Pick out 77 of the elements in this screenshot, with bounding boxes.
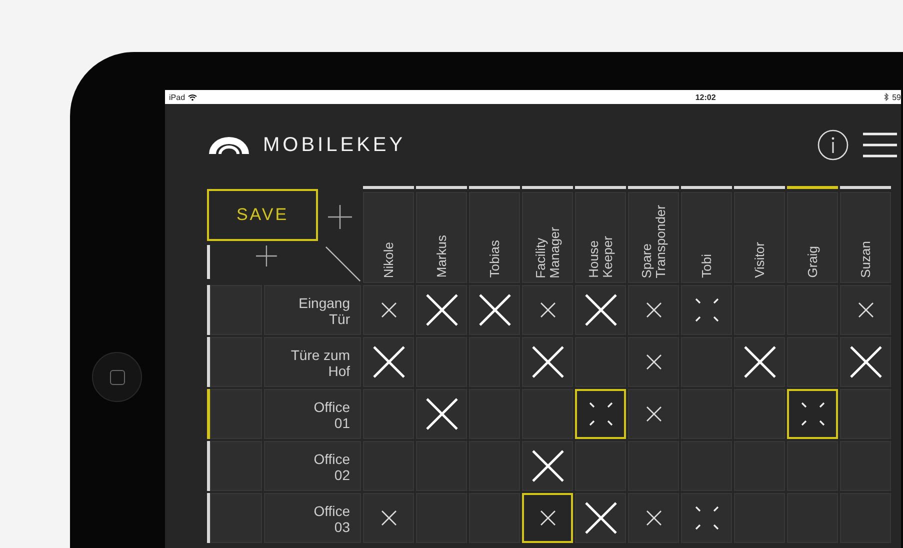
cross-icon bbox=[540, 510, 556, 526]
pending-cross-icon bbox=[588, 402, 612, 426]
cross-icon bbox=[858, 302, 874, 318]
access-cell[interactable] bbox=[840, 285, 891, 335]
access-cell[interactable] bbox=[628, 389, 679, 439]
cross-icon bbox=[532, 450, 564, 482]
access-cell[interactable] bbox=[734, 337, 785, 387]
access-cell[interactable] bbox=[628, 285, 679, 335]
row-header[interactable]: Office 01 bbox=[264, 389, 361, 439]
access-cell[interactable] bbox=[681, 285, 732, 335]
app-title: MOBILEKEY bbox=[263, 134, 406, 156]
cross-icon bbox=[380, 510, 396, 526]
cross-icon bbox=[646, 302, 662, 318]
access-cell[interactable] bbox=[416, 285, 467, 335]
device-name: iPad bbox=[169, 92, 186, 102]
row-handle[interactable] bbox=[210, 285, 262, 335]
cross-icon bbox=[540, 302, 556, 318]
pending-cross-icon bbox=[800, 402, 824, 426]
menu-icon[interactable] bbox=[863, 132, 897, 158]
column-header[interactable]: Nikole bbox=[363, 192, 414, 283]
access-cell[interactable] bbox=[575, 493, 626, 543]
row-handle[interactable] bbox=[210, 337, 262, 387]
cross-icon bbox=[532, 346, 564, 378]
cross-icon bbox=[646, 406, 662, 422]
logo-icon bbox=[207, 135, 251, 155]
cross-icon bbox=[584, 294, 616, 326]
save-button[interactable]: SAVE bbox=[207, 189, 318, 241]
cross-icon bbox=[372, 346, 404, 378]
pending-cross-icon bbox=[694, 506, 718, 530]
row-header[interactable]: Eingang Tür bbox=[264, 285, 361, 335]
status-time: 12:02 bbox=[695, 92, 716, 102]
column-header[interactable]: Graig bbox=[787, 192, 838, 283]
access-cell[interactable] bbox=[575, 285, 626, 335]
info-icon[interactable] bbox=[817, 129, 849, 161]
column-header[interactable]: Tobi bbox=[681, 192, 732, 283]
column-header[interactable]: Facility Manager bbox=[522, 192, 573, 283]
row-header[interactable]: Office 03 bbox=[264, 493, 361, 543]
add-row-icon[interactable] bbox=[256, 245, 277, 267]
access-cell[interactable] bbox=[363, 337, 414, 387]
access-cell[interactable] bbox=[363, 285, 414, 335]
home-button[interactable] bbox=[92, 352, 142, 402]
diagonal-line bbox=[324, 245, 361, 283]
access-cell[interactable] bbox=[522, 285, 573, 335]
cross-icon bbox=[646, 354, 662, 370]
column-header[interactable]: Spare Transponder bbox=[628, 192, 679, 283]
row-header[interactable]: Türe zum Hof bbox=[264, 337, 361, 387]
access-cell[interactable] bbox=[522, 337, 573, 387]
cross-icon bbox=[744, 346, 776, 378]
access-cell[interactable] bbox=[363, 493, 414, 543]
pending-cross-icon bbox=[694, 298, 718, 322]
column-header[interactable]: Markus bbox=[416, 192, 467, 283]
add-column-icon[interactable] bbox=[328, 205, 352, 229]
row-handle[interactable] bbox=[210, 441, 262, 491]
cross-icon bbox=[426, 294, 458, 326]
access-cell[interactable] bbox=[628, 337, 679, 387]
cross-icon bbox=[584, 502, 616, 534]
row-handle[interactable] bbox=[210, 493, 262, 543]
column-header[interactable]: Tobias bbox=[469, 192, 520, 283]
access-cell[interactable] bbox=[681, 493, 732, 543]
access-cell[interactable] bbox=[469, 285, 520, 335]
battery-percent: 59 bbox=[892, 92, 901, 102]
column-header[interactable]: House Keeper bbox=[575, 192, 626, 283]
column-header[interactable]: Visitor bbox=[734, 192, 785, 283]
access-cell[interactable] bbox=[416, 389, 467, 439]
row-header[interactable]: Office 02 bbox=[264, 441, 361, 491]
cross-icon bbox=[426, 398, 458, 430]
access-cell[interactable] bbox=[522, 441, 573, 491]
cross-icon bbox=[478, 294, 510, 326]
cross-icon bbox=[380, 302, 396, 318]
column-header[interactable]: Suzan bbox=[840, 192, 891, 283]
access-cell[interactable] bbox=[840, 337, 891, 387]
wifi-icon bbox=[188, 94, 198, 100]
access-cell[interactable] bbox=[628, 493, 679, 543]
cross-icon bbox=[646, 510, 662, 526]
cross-icon bbox=[850, 346, 882, 378]
bluetooth-icon bbox=[884, 93, 890, 101]
row-handle[interactable] bbox=[210, 389, 262, 439]
